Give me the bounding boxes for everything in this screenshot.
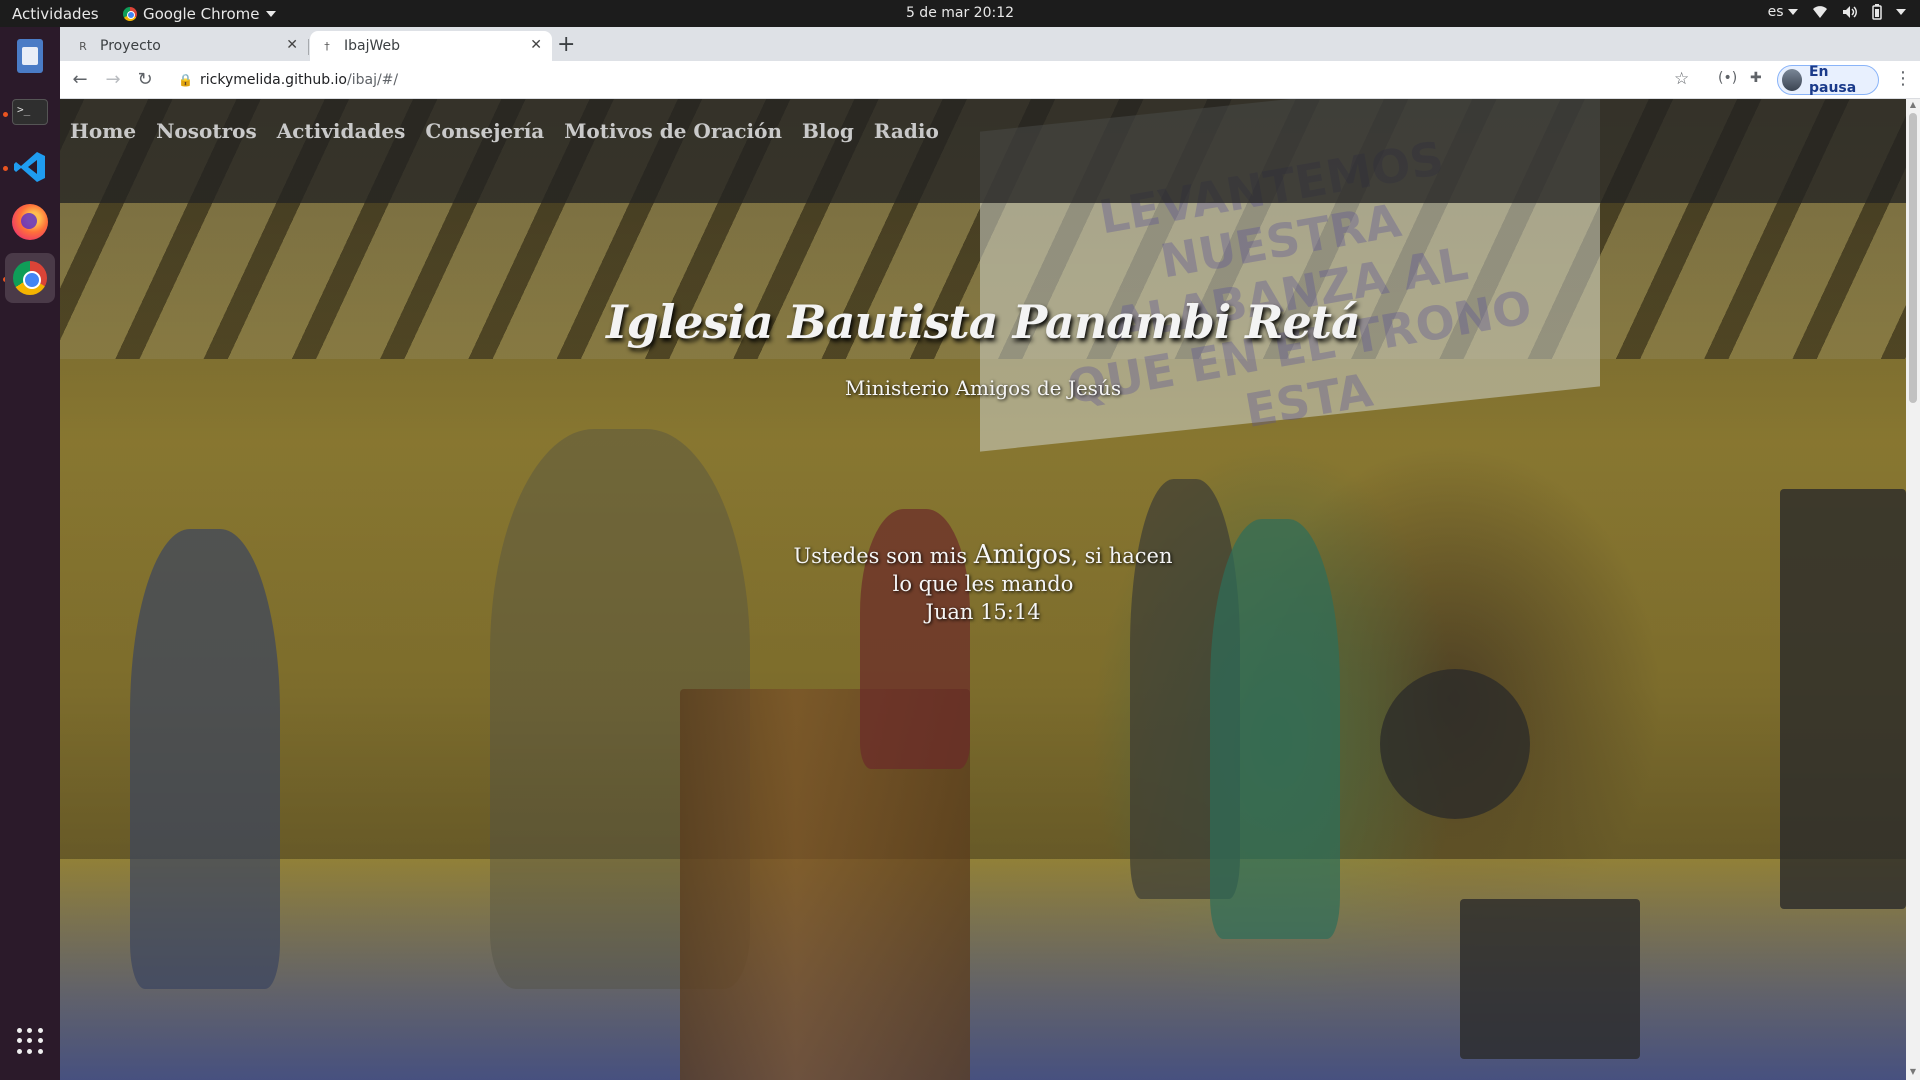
verse-text-pre: Ustedes son mis [793,544,974,568]
system-tray[interactable]: es [1768,4,1906,20]
extensions-puzzle-icon[interactable]: ✚ [1750,70,1762,86]
bible-verse: Ustedes son mis Amigos, si hacen lo que … [60,541,1906,626]
scroll-up-arrow-icon[interactable]: ▲ [1908,100,1918,109]
site-navbar: Home Nosotros Actividades Consejería Mot… [60,99,1906,203]
verse-text-post: , si hacen [1071,544,1173,568]
volume-icon [1843,6,1857,18]
battery-icon [1872,4,1882,20]
nav-link-consejeria[interactable]: Consejería [425,119,544,145]
more-menu-icon[interactable]: ⋮ [1894,68,1912,89]
tab-title: Proyecto [100,38,161,54]
cast-icon[interactable]: (•) [1718,70,1737,86]
page-scrollbar[interactable]: ▲ ▼ [1906,99,1920,1080]
verse-highlight: Amigos [973,540,1072,570]
url-host: rickymelida.github.io [200,72,347,88]
reload-icon[interactable]: ↻ [133,68,157,92]
verse-reference: Juan 15:14 [925,600,1041,624]
scroll-down-arrow-icon[interactable]: ▼ [1908,1067,1918,1076]
nav-link-blog[interactable]: Blog [802,119,854,145]
clock-container: 5 de mar 20:12 [0,5,1920,21]
page-viewport: LEVANTEMOS NUESTRA ALABANZA AL QUE EN EL… [60,99,1906,1080]
profile-label: En pausa [1808,64,1857,96]
keyboard-layout-label: es [1767,4,1784,20]
nav-link-actividades[interactable]: Actividades [277,119,406,145]
dock-item-files[interactable] [5,31,55,81]
dock-item-firefox[interactable] [5,197,55,247]
church-title: Iglesia Bautista Panambi Retá [606,295,1361,349]
terminal-icon: >_ [12,99,48,125]
background-monitor-speaker [1460,899,1640,1059]
tab-separator [308,39,309,55]
dock: >_ [0,27,60,1080]
firefox-icon [12,204,48,240]
background-bass-drum [1380,669,1530,819]
vscode-icon [14,152,45,182]
scrollbar-thumb[interactable] [1909,113,1917,403]
show-applications-icon [17,1028,43,1054]
system-menu-chevron-icon[interactable] [1896,9,1906,15]
chrome-icon [13,261,47,295]
files-icon [17,39,43,73]
wifi-icon [1813,6,1827,18]
dock-item-chrome[interactable] [5,253,55,303]
forward-arrow-icon[interactable]: → [101,68,125,92]
show-applications-button[interactable] [5,1016,55,1066]
tab-ibajweb[interactable]: † IbajWeb ✕ [310,31,552,61]
close-icon[interactable]: ✕ [286,37,298,53]
keyboard-layout-indicator[interactable]: es [1768,4,1798,20]
ministry-subtitle: Ministerio Amigos de Jesús [844,376,1122,400]
new-tab-plus-icon[interactable]: + [557,34,575,56]
date-time[interactable]: 5 de mar 20:12 [906,5,1014,21]
close-icon[interactable]: ✕ [530,37,542,53]
verse-line-2: lo que les mando [892,572,1074,596]
nav-link-motivos-de-oracion[interactable]: Motivos de Oración [564,119,782,145]
browser-toolbar: ← → ↻ 🔒 rickymelida.github.io/ibaj/#/ ☆ … [60,61,1920,99]
tab-favicon: R [79,39,87,53]
bookmark-star-icon[interactable]: ☆ [1674,69,1689,89]
address-bar[interactable]: 🔒 rickymelida.github.io/ibaj/#/ [170,65,1698,95]
chevron-down-icon [1788,9,1798,15]
url-path: /ibaj/#/ [347,72,399,88]
nav-link-radio[interactable]: Radio [874,119,939,145]
profile-button[interactable]: En pausa [1777,64,1879,96]
back-arrow-icon[interactable]: ← [68,68,92,92]
tab-proyecto[interactable]: R Proyecto ✕ [66,31,308,61]
avatar [1782,69,1802,91]
nav-link-home[interactable]: Home [70,119,136,145]
gnome-top-bar: Actividades Google Chrome 5 de mar 20:12… [0,0,1920,27]
dock-item-vscode[interactable] [5,142,55,192]
dock-item-terminal[interactable]: >_ [5,87,55,137]
nav-link-nosotros[interactable]: Nosotros [156,119,257,145]
tab-favicon: † [324,39,330,53]
lock-icon[interactable]: 🔒 [178,73,200,87]
tab-strip: R Proyecto ✕ † IbajWeb ✕ + [60,27,1920,61]
tab-title: IbajWeb [344,38,401,54]
